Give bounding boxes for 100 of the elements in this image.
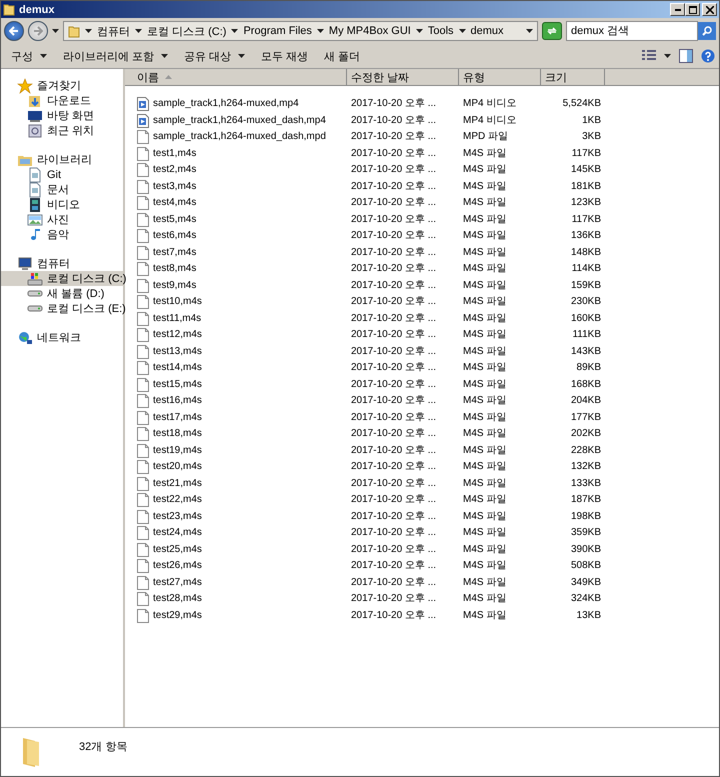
table-cell-text: 390KB (570, 542, 602, 557)
breadcrumb[interactable]: demux (470, 25, 504, 37)
sidebar-item[interactable]: 비디오 (1, 197, 123, 212)
table-cell-text: 2017-10-20 오후 ... (350, 608, 438, 623)
toolbar-menu[interactable]: 새 폴더 (318, 46, 366, 66)
file-name[interactable]: test3,m4s (125, 180, 347, 194)
table-cell-text: 2017-10-20 오후 ... (350, 559, 438, 574)
file-name[interactable]: test18,m4s (125, 427, 347, 442)
breadcrumb[interactable]: 로컬 디스크 (C:) (147, 24, 226, 38)
table-cell-text: 89KB (576, 361, 602, 376)
table-cell-text: 133KB (570, 476, 602, 491)
file-name[interactable]: sample_track1,h264-muxed,mp4 (125, 97, 347, 112)
sidebar-item[interactable]: 사진 (1, 212, 123, 227)
file-name[interactable]: test6,m4s (125, 229, 347, 244)
recent-places-icon (27, 122, 43, 138)
table-cell-text: M4S 파일 (462, 444, 508, 458)
file-name[interactable]: test1,m4s (125, 146, 347, 161)
file-name[interactable]: test25,m4s (125, 542, 347, 557)
file-icon (137, 312, 149, 326)
breadcrumb[interactable]: Tools (428, 25, 454, 37)
toolbar-menu[interactable]: 라이브러리에 포함 (57, 46, 174, 66)
breadcrumb[interactable]: Program Files (243, 25, 312, 37)
file-name[interactable]: test8,m4s (125, 262, 347, 276)
sidebar-group[interactable]: 즐겨찾기 (1, 78, 123, 93)
table-cell-text: MP4 비디오 (462, 97, 518, 112)
caret-icon (664, 54, 671, 58)
file-name[interactable]: test13,m4s (125, 344, 347, 359)
toolbar-menu[interactable]: 구성 (5, 46, 53, 66)
minimize-button[interactable] (670, 3, 685, 16)
breadcrumb[interactable]: 컴퓨터 (97, 24, 130, 38)
file-name[interactable]: test24,m4s (125, 526, 347, 540)
table-cell-text: 117KB (570, 146, 602, 161)
file-name[interactable]: test14,m4s (125, 361, 347, 376)
file-name[interactable]: test4,m4s (125, 196, 347, 210)
file-icon (137, 328, 149, 342)
sidebar-group[interactable]: 컴퓨터 (1, 256, 123, 271)
file-name[interactable]: test27,m4s (125, 576, 347, 590)
search-button[interactable] (698, 22, 716, 40)
file-name[interactable]: test20,m4s (125, 460, 347, 474)
file-name[interactable]: test21,m4s (125, 476, 347, 491)
file-name[interactable]: test28,m4s (125, 592, 347, 606)
breadcrumb[interactable]: My MP4Box GUI (328, 25, 411, 37)
sidebar-item[interactable]: 로컬 디스크 (E:) (1, 301, 123, 316)
address-bar[interactable]: 컴퓨터 로컬 디스크 (C:) Program Files My MP4Box GUI Tools demux (63, 21, 538, 41)
table-cell-text: M4S 파일 (462, 526, 508, 540)
file-name[interactable]: test9,m4s (125, 278, 347, 293)
file-name[interactable]: test23,m4s (125, 510, 347, 524)
sidebar-item[interactable]: 다운로드 (1, 93, 123, 108)
sidebar-item[interactable]: 새 볼륨 (D:) (1, 286, 123, 301)
sidebar-item[interactable]: 문서 (1, 182, 123, 197)
item-count: 32개 항목 (79, 740, 128, 754)
sidebar-item[interactable]: 바탕 화면 (1, 108, 123, 123)
window-title: demux (19, 4, 56, 16)
file-name[interactable]: test10,m4s (125, 295, 347, 310)
file-name[interactable]: sample_track1,h264-muxed_dash,mp4 (125, 114, 347, 128)
file-name[interactable]: test2,m4s (125, 163, 347, 178)
table-cell-text: M4S 파일 (462, 312, 508, 326)
file-name[interactable]: test5,m4s (125, 212, 347, 227)
table-cell-text: MPD 파일 (462, 130, 509, 144)
sidebar-item[interactable]: Git (1, 167, 123, 182)
sidebar-item[interactable]: 음악 (1, 227, 123, 242)
caret-icon (231, 29, 238, 33)
file-name[interactable]: test22,m4s (125, 493, 347, 508)
table-cell-text: M4S 파일 (462, 246, 508, 260)
file-name[interactable]: test16,m4s (125, 394, 347, 408)
refresh-button[interactable] (542, 22, 562, 40)
file-name[interactable]: test12,m4s (125, 328, 347, 342)
table-cell-text: M4S 파일 (462, 344, 508, 359)
sidebar-item[interactable]: 최근 위치 (1, 123, 123, 138)
file-icon (137, 278, 149, 293)
caret-icon (416, 29, 423, 33)
file-name[interactable]: test19,m4s (125, 444, 347, 458)
sidebar-group[interactable]: 라이브러리 (1, 152, 123, 167)
table-cell-text: 132KB (570, 460, 602, 474)
view-list-icon[interactable] (642, 50, 656, 62)
search-field[interactable]: demux 검색 (566, 21, 698, 41)
preview-pane-icon[interactable] (679, 49, 693, 63)
file-name[interactable]: test17,m4s (125, 410, 347, 425)
sidebar-group[interactable]: 네트워크 (1, 330, 123, 345)
maximize-button[interactable] (685, 3, 700, 16)
table-cell-text: 148KB (570, 246, 602, 260)
table-cell-text: 2017-10-20 오후 ... (350, 378, 438, 392)
document-icon (27, 166, 43, 182)
toolbar-menu[interactable]: 공유 대상 (178, 46, 252, 66)
help-icon[interactable] (701, 49, 715, 63)
close-button[interactable] (702, 3, 717, 16)
file-name[interactable]: test29,m4s (125, 608, 347, 623)
file-name[interactable]: test26,m4s (125, 559, 347, 574)
table-cell-text: 2017-10-20 오후 ... (350, 196, 438, 210)
back-arrow-icon (9, 26, 19, 36)
forward-button[interactable] (28, 21, 48, 41)
file-name[interactable]: test15,m4s (125, 378, 347, 392)
file-name[interactable]: test11,m4s (125, 312, 347, 326)
toolbar-menu[interactable]: 모두 재생 (255, 46, 314, 66)
table-cell-text: 202KB (570, 427, 602, 442)
back-button[interactable] (4, 21, 24, 41)
file-name[interactable]: sample_track1,h264-muxed_dash,mpd (125, 130, 347, 144)
file-name[interactable]: test7,m4s (125, 246, 347, 260)
table-cell-text: 2017-10-20 오후 ... (350, 146, 438, 161)
file-icon (137, 559, 149, 574)
